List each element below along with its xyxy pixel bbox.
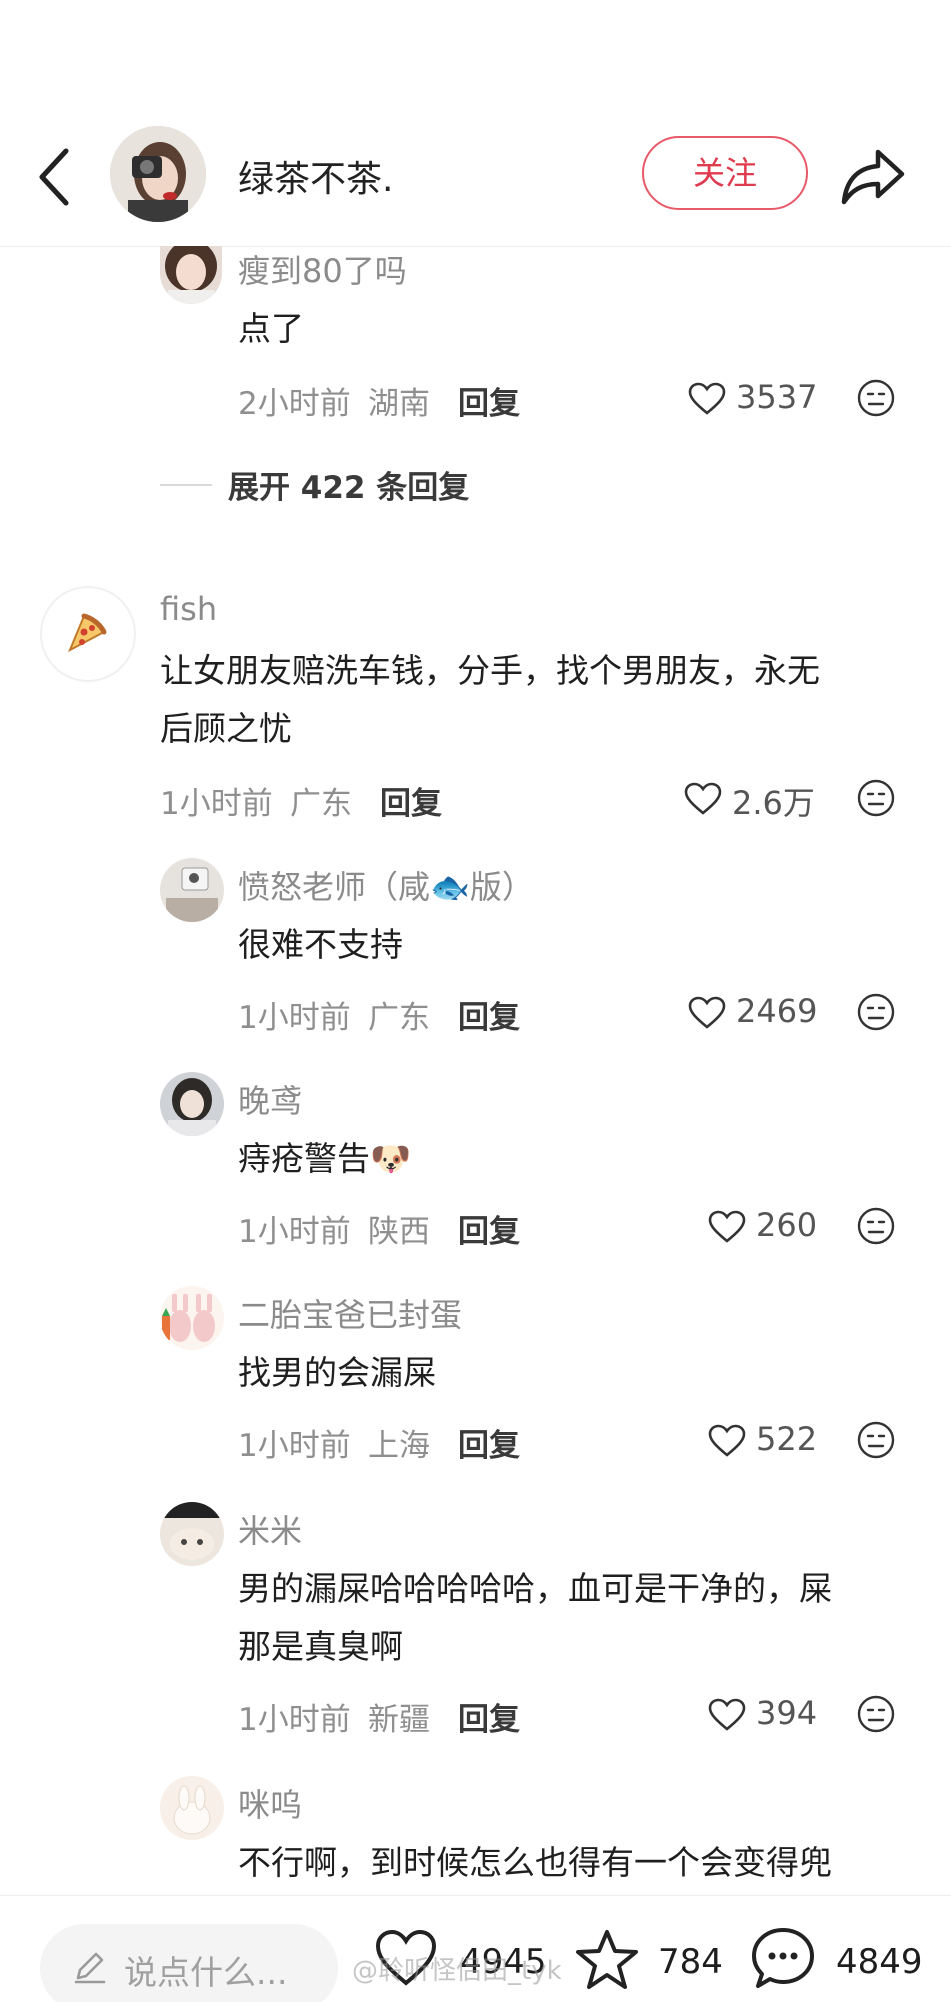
avatar[interactable] xyxy=(160,1502,224,1566)
comment-text-line: 后顾之忧 xyxy=(160,709,292,748)
comment-text: 痔疮警告🐶 xyxy=(238,1139,412,1178)
comment-username[interactable]: 晚鸢 xyxy=(238,1076,302,1122)
reply-button[interactable]: 回复 xyxy=(458,378,520,423)
reply-button[interactable]: 回复 xyxy=(458,1420,520,1465)
comment-location: 新疆 xyxy=(368,1702,430,1738)
like-button[interactable]: 260 xyxy=(708,1206,818,1250)
follow-button[interactable]: 关注 xyxy=(642,136,808,210)
comment-username[interactable]: 二胎宝爸已封蛋 xyxy=(238,1290,462,1336)
comment-text-line: 让女朋友赔洗车钱，分手，找个男朋友，永无 xyxy=(160,651,820,690)
comment-text: 找男的会漏屎 xyxy=(238,1353,436,1392)
divider xyxy=(160,484,212,486)
comment-location: 广东 xyxy=(368,1000,430,1036)
chevron-left-icon xyxy=(39,148,69,206)
pencil-icon xyxy=(74,1952,106,1984)
reply-button[interactable]: 回复 xyxy=(458,1694,520,1739)
share-icon xyxy=(841,149,905,205)
favorite-button[interactable]: 784 xyxy=(574,1928,724,1998)
like-button[interactable]: 522 xyxy=(708,1420,818,1464)
dislike-face-icon[interactable] xyxy=(856,1420,896,1460)
comment-time: 1小时前 xyxy=(238,1214,351,1250)
expand-replies-label: 展开 422 条回复 xyxy=(228,470,470,506)
comment-text-line: 男的漏屎哈哈哈哈哈，血可是干净的，屎 xyxy=(238,1569,832,1608)
comment-location: 上海 xyxy=(368,1428,430,1464)
dislike-face-icon[interactable] xyxy=(856,378,896,418)
top-bar: 绿茶不茶. 关注 xyxy=(0,110,951,247)
like-button[interactable]: 3537 xyxy=(688,378,818,422)
avatar[interactable] xyxy=(160,1776,224,1840)
like-button[interactable]: 2.6万 xyxy=(684,778,824,822)
comment-text: 点了 xyxy=(238,309,304,348)
like-count: 3537 xyxy=(736,378,818,416)
share-button[interactable] xyxy=(840,146,906,206)
avatar[interactable] xyxy=(160,858,224,922)
heart-icon xyxy=(708,1698,746,1731)
reply-button[interactable]: 回复 xyxy=(458,1206,520,1251)
like-button[interactable]: 394 xyxy=(708,1694,818,1738)
comment-count: 4849 xyxy=(836,1942,923,1982)
comment-username[interactable]: 米米 xyxy=(238,1506,302,1552)
comment-time: 2小时前 xyxy=(238,386,351,422)
like-count: 394 xyxy=(756,1694,818,1732)
avatar[interactable] xyxy=(160,1072,224,1136)
like-count: 522 xyxy=(756,1420,818,1458)
comment-username[interactable]: 瘦到80了吗 xyxy=(238,246,407,292)
back-button[interactable] xyxy=(32,145,76,209)
heart-icon xyxy=(684,782,722,815)
heart-icon xyxy=(708,1210,746,1243)
heart-icon xyxy=(688,996,726,1029)
comments-button[interactable]: 4849 xyxy=(750,1928,923,1998)
reply-button[interactable]: 回复 xyxy=(380,778,442,823)
comment-location: 广东 xyxy=(290,786,352,822)
dislike-face-icon[interactable] xyxy=(856,1206,896,1246)
pizza-icon xyxy=(68,613,107,653)
watermark: @聆听怪侣田_tyk xyxy=(352,1956,562,1986)
like-count: 260 xyxy=(756,1206,818,1244)
comment-text: 很难不支持 xyxy=(238,925,403,964)
star-icon xyxy=(576,1930,638,1989)
comment-input-placeholder: 说点什么... xyxy=(124,1953,288,1992)
reply-button[interactable]: 回复 xyxy=(458,992,520,1037)
dislike-face-icon[interactable] xyxy=(856,992,896,1032)
author-avatar[interactable] xyxy=(110,126,206,222)
avatar[interactable] xyxy=(40,586,136,682)
author-name[interactable]: 绿茶不茶. xyxy=(238,150,393,202)
dislike-face-icon[interactable] xyxy=(856,778,896,818)
comment-time: 1小时前 xyxy=(238,1000,351,1036)
dislike-face-icon[interactable] xyxy=(856,1694,896,1734)
comment-username[interactable]: 咪呜 xyxy=(238,1780,302,1826)
comment-text-line: 那是真臭啊 xyxy=(238,1627,403,1666)
comment-location: 陕西 xyxy=(368,1214,430,1250)
like-count: 2469 xyxy=(736,992,818,1030)
comment-time: 1小时前 xyxy=(238,1428,351,1464)
comment-bubble-icon xyxy=(752,1928,814,1988)
comment-time: 1小时前 xyxy=(160,786,273,822)
comment-time: 1小时前 xyxy=(238,1702,351,1738)
comment-username[interactable]: 愤怒老师（咸🐟版） xyxy=(238,862,534,908)
favorite-count: 784 xyxy=(658,1942,723,1982)
comment-text-line: 不行啊，到时候怎么也得有一个会变得兜 xyxy=(238,1843,832,1882)
comment-input[interactable]: 说点什么... xyxy=(40,1924,338,2002)
like-count: 2.6万 xyxy=(732,784,815,822)
heart-icon xyxy=(708,1424,746,1457)
comment-location: 湖南 xyxy=(368,386,430,422)
avatar[interactable] xyxy=(160,1286,224,1350)
like-button[interactable]: 2469 xyxy=(688,992,818,1036)
comment-username[interactable]: fish xyxy=(160,590,217,628)
heart-icon xyxy=(688,382,726,415)
avatar[interactable] xyxy=(160,246,222,304)
